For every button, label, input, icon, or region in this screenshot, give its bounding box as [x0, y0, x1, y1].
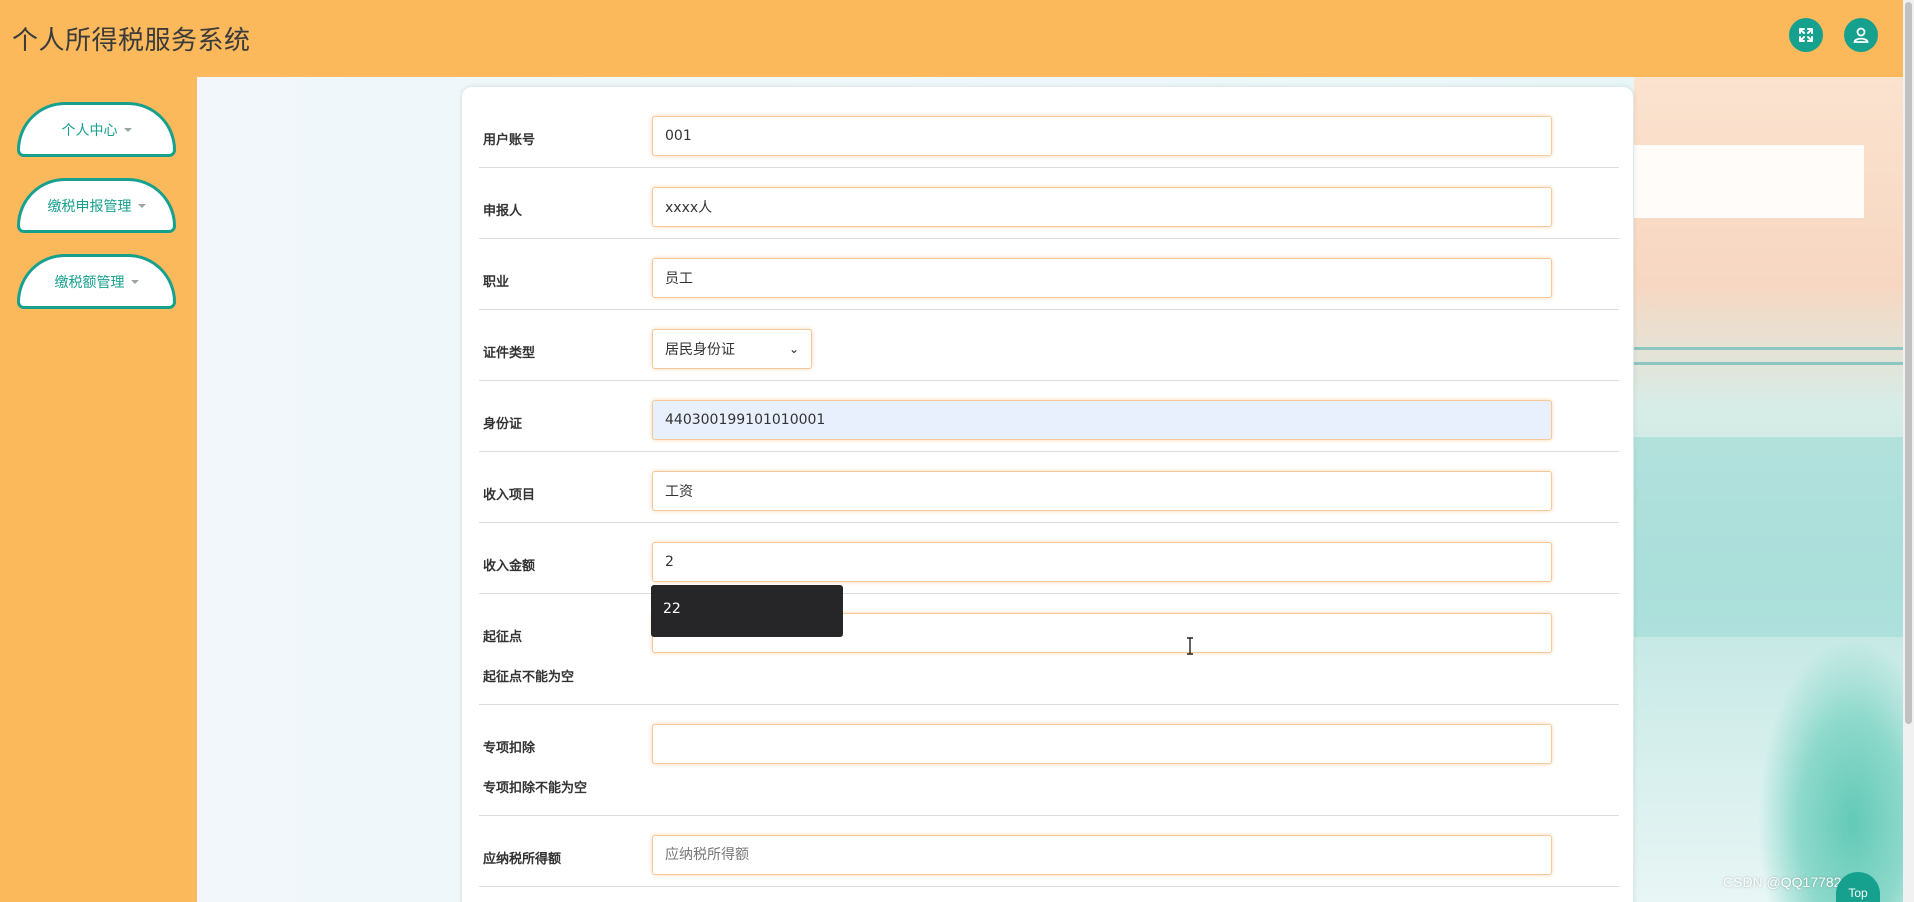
special-deduction-label: 专项扣除	[483, 741, 536, 756]
special-deduction-field[interactable]	[652, 724, 1552, 764]
sidebar-item-personal-center[interactable]: 个人中心	[17, 102, 176, 157]
chevron-down-icon: ⌄	[788, 342, 799, 356]
income-amount-label: 收入金额	[483, 559, 536, 574]
divider	[479, 593, 1619, 594]
sidebar-item-tax-amount[interactable]: 缴税额管理	[17, 254, 176, 309]
divider	[479, 238, 1619, 239]
divider	[479, 704, 1619, 705]
autocomplete-suggestion[interactable]: 22	[651, 585, 843, 637]
sidebar-item-label: 个人中心	[61, 122, 118, 139]
caret-down-icon	[123, 127, 132, 132]
applicant-label: 申报人	[483, 204, 523, 219]
threshold-error: 起征点不能为空	[483, 670, 575, 685]
app-header: 个人所得税服务系统	[0, 0, 1914, 77]
scrollbar-thumb[interactable]	[1905, 2, 1912, 724]
divider	[479, 451, 1619, 452]
tax-form-card: 用户账号 申报人 职业 证件类型 居民身份证 ⌄ 身份证 收入项目 收入金额 起…	[462, 87, 1633, 902]
id-type-select[interactable]: 居民身份证 ⌄	[652, 329, 812, 369]
background-illustration-rail	[1634, 347, 1914, 365]
divider	[479, 380, 1619, 381]
fullscreen-button[interactable]	[1789, 18, 1823, 52]
background-illustration-pool	[1634, 437, 1914, 637]
taxable-income-label: 应纳税所得额	[483, 852, 562, 867]
income-item-label: 收入项目	[483, 488, 536, 503]
page-scrollbar[interactable]	[1903, 0, 1914, 902]
occupation-label: 职业	[483, 275, 510, 290]
divider	[479, 522, 1619, 523]
divider	[479, 815, 1619, 816]
user-icon	[1853, 27, 1869, 43]
taxable-income-field[interactable]	[652, 835, 1552, 875]
text-cursor-icon	[1187, 637, 1193, 655]
id-number-field[interactable]	[652, 400, 1552, 440]
sidebar-item-tax-declaration[interactable]: 缴税申报管理	[17, 178, 176, 233]
income-amount-field[interactable]	[652, 542, 1552, 582]
divider	[479, 167, 1619, 168]
id-type-label: 证件类型	[483, 346, 536, 361]
sidebar-item-label: 缴税申报管理	[47, 198, 132, 215]
divider	[479, 886, 1619, 887]
caret-down-icon	[137, 203, 146, 208]
caret-down-icon	[130, 279, 139, 284]
app-title: 个人所得税服务系统	[12, 26, 251, 56]
threshold-label: 起征点	[483, 630, 523, 645]
occupation-field[interactable]	[652, 258, 1552, 298]
user-button[interactable]	[1844, 18, 1878, 52]
account-field[interactable]	[652, 116, 1552, 156]
divider	[479, 309, 1619, 310]
applicant-field[interactable]	[652, 187, 1552, 227]
background-illustration-band	[1634, 145, 1864, 218]
income-item-field[interactable]	[652, 471, 1552, 511]
account-label: 用户账号	[483, 133, 536, 148]
id-type-selected-value: 居民身份证	[665, 342, 735, 358]
sidebar: 个人中心 缴税申报管理 缴税额管理	[0, 77, 197, 902]
sidebar-item-label: 缴税额管理	[54, 274, 125, 291]
background-illustration-plant	[1757, 637, 1914, 902]
special-deduction-error: 专项扣除不能为空	[483, 781, 588, 796]
expand-icon	[1799, 28, 1813, 42]
id-number-label: 身份证	[483, 417, 523, 432]
